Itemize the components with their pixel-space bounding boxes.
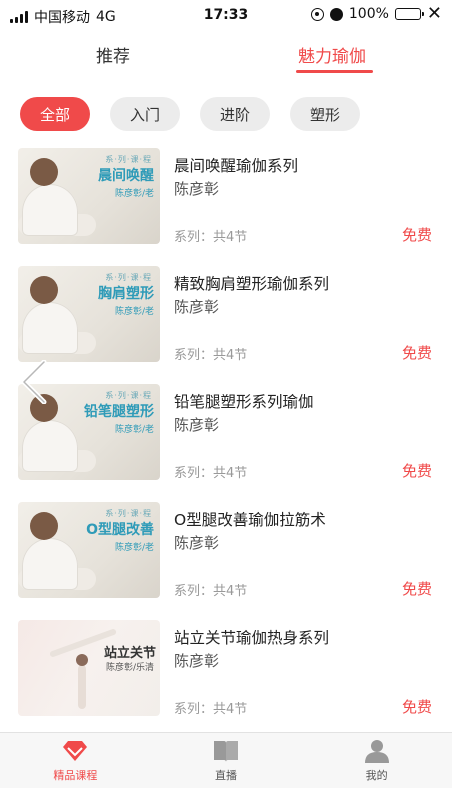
course-title[interactable]: 精致胸肩塑形瑜伽系列 <box>174 272 329 294</box>
course-price: 免费 <box>401 462 432 480</box>
thumb-series-tag: 系·列·课·程 <box>105 391 152 400</box>
course-author: 陈彦彰 <box>174 180 220 198</box>
filter-chip-advanced[interactable]: 进阶 <box>200 97 270 131</box>
thumb-subtitle: 陈彦彰/老 <box>114 543 154 553</box>
course-lesson-count: 系列：共4节 <box>174 230 248 245</box>
course-title[interactable]: 铅笔腿塑形系列瑜伽 <box>174 390 314 412</box>
thumb-series-tag: 系·列·课·程 <box>105 509 152 518</box>
course-item[interactable]: 站立关节 陈彦彰/乐清 站立关节瑜伽热身系列 陈彦彰 系列：共4节 免费 <box>0 620 452 738</box>
back-arrow-icon[interactable] <box>20 360 48 404</box>
top-tabs: 推荐 魅力瑜伽 <box>0 32 452 78</box>
course-author: 陈彦彰 <box>174 652 220 670</box>
filter-chip-shaping[interactable]: 塑形 <box>290 97 360 131</box>
thumb-subtitle: 陈彦彰/老 <box>114 307 154 317</box>
close-icon[interactable]: ✕ <box>427 5 442 23</box>
thumb-title: 铅笔腿塑形 <box>84 404 154 420</box>
tab-recommend[interactable]: 推荐 <box>96 42 130 67</box>
course-price: 免费 <box>401 344 432 362</box>
thumb-title: 晨间唤醒 <box>98 168 154 184</box>
course-title[interactable]: 站立关节瑜伽热身系列 <box>174 626 329 648</box>
battery-percent: 100% <box>348 6 389 22</box>
course-item[interactable]: 系·列·课·程 晨间唤醒 陈彦彰/老 晨间唤醒瑜伽系列 陈彦彰 系列：共4节 免… <box>0 148 452 266</box>
bottom-edge <box>0 788 452 804</box>
battery-icon <box>394 8 424 20</box>
nav-label: 我的 <box>365 769 388 782</box>
thumb-subtitle: 陈彦彰/老 <box>114 189 154 199</box>
course-item[interactable]: 系·列·课·程 O型腿改善 陈彦彰/老 O型腿改善瑜伽拉筋术 陈彦彰 系列：共4… <box>0 502 452 620</box>
course-thumbnail[interactable]: 站立关节 陈彦彰/乐清 <box>18 620 160 716</box>
course-lesson-count: 系列：共4节 <box>174 584 248 599</box>
thumb-subtitle: 陈彦彰/乐清 <box>105 663 154 673</box>
alarm-icon <box>329 7 343 21</box>
course-price: 免费 <box>401 698 432 716</box>
thumb-title: 胸肩塑形 <box>98 286 154 302</box>
filter-chips: 全部 入门 进阶 塑形 <box>20 97 360 131</box>
thumb-title: O型腿改善 <box>86 522 154 538</box>
course-list: 系·列·课·程 晨间唤醒 陈彦彰/老 晨间唤醒瑜伽系列 陈彦彰 系列：共4节 免… <box>0 148 452 738</box>
nav-item-courses[interactable]: 精品课程 <box>0 733 151 788</box>
course-author: 陈彦彰 <box>174 298 220 316</box>
filter-chip-beginner[interactable]: 入门 <box>110 97 180 131</box>
course-lesson-count: 系列：共4节 <box>174 702 248 717</box>
course-thumbnail[interactable]: 系·列·课·程 晨间唤醒 陈彦彰/老 <box>18 148 160 244</box>
course-item[interactable]: 系·列·课·程 胸肩塑形 陈彦彰/老 精致胸肩塑形瑜伽系列 陈彦彰 系列：共4节… <box>0 266 452 384</box>
tab-charm-yoga[interactable]: 魅力瑜伽 <box>298 42 366 67</box>
active-tab-indicator <box>296 70 373 73</box>
course-lesson-count: 系列：共4节 <box>174 348 248 363</box>
filter-chip-all[interactable]: 全部 <box>20 97 90 131</box>
thumb-series-tag: 系·列·课·程 <box>105 155 152 164</box>
bottom-nav: 精品课程 直播 我的 <box>0 732 452 788</box>
user-icon <box>363 739 391 763</box>
course-title[interactable]: 晨间唤醒瑜伽系列 <box>174 154 298 176</box>
status-bar: 中国移动 4G 17:33 100% ✕ <box>0 0 452 32</box>
course-thumbnail[interactable]: 系·列·课·程 胸肩塑形 陈彦彰/老 <box>18 266 160 362</box>
nav-item-live[interactable]: 直播 <box>151 733 302 788</box>
course-lesson-count: 系列：共4节 <box>174 466 248 481</box>
course-price: 免费 <box>401 580 432 598</box>
rotation-lock-icon <box>310 7 324 21</box>
diamond-icon <box>61 739 89 763</box>
course-author: 陈彦彰 <box>174 416 220 434</box>
status-right: 100% ✕ <box>310 5 442 23</box>
nav-label: 精品课程 <box>53 769 98 782</box>
thumb-subtitle: 陈彦彰/老 <box>114 425 154 435</box>
thumb-title: 站立关节 <box>103 646 156 661</box>
course-price: 免费 <box>401 226 432 244</box>
book-icon <box>212 739 240 763</box>
course-title[interactable]: O型腿改善瑜伽拉筋术 <box>174 508 326 530</box>
course-author: 陈彦彰 <box>174 534 220 552</box>
nav-label: 直播 <box>215 769 237 782</box>
thumb-series-tag: 系·列·课·程 <box>105 273 152 282</box>
nav-item-profile[interactable]: 我的 <box>301 733 452 788</box>
course-item[interactable]: 系·列·课·程 铅笔腿塑形 陈彦彰/老 铅笔腿塑形系列瑜伽 陈彦彰 系列：共4节… <box>0 384 452 502</box>
course-thumbnail[interactable]: 系·列·课·程 O型腿改善 陈彦彰/老 <box>18 502 160 598</box>
